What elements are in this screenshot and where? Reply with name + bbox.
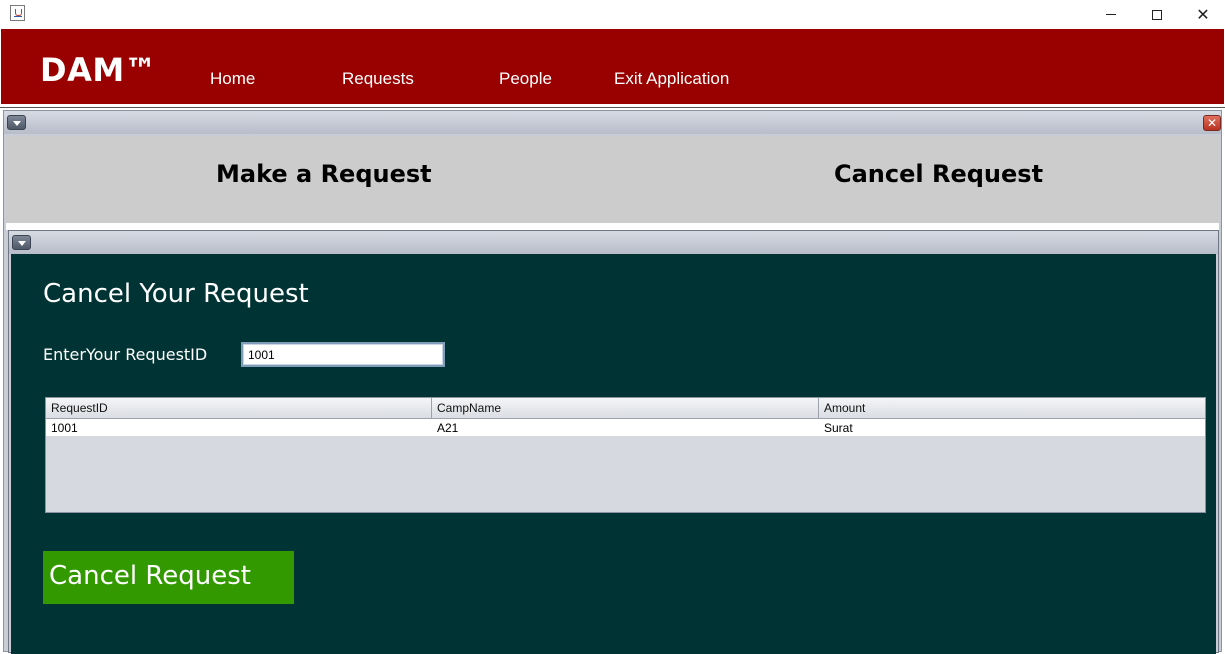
close-icon: ✕ <box>1196 5 1210 24</box>
request-id-label: EnterYour RequestID <box>43 345 208 364</box>
requests-frame-header[interactable]: ✕ <box>4 111 1221 134</box>
tab-make-request[interactable]: Make a Request <box>216 160 432 188</box>
request-table: RequestID CampName Amount 1001 A21 Surat <box>45 397 1206 513</box>
window-titlebar: ✕ <box>0 0 1225 29</box>
request-tabs-band: Make a Request Cancel Request <box>6 136 1219 223</box>
table-header: RequestID CampName Amount <box>46 398 1205 419</box>
maximize-button[interactable] <box>1134 0 1180 29</box>
cancel-request-button[interactable]: Cancel Request <box>43 551 294 604</box>
java-app-icon <box>10 5 25 21</box>
nav-people[interactable]: People <box>499 69 552 89</box>
minimize-icon <box>1106 14 1116 15</box>
nav-requests[interactable]: Requests <box>342 69 414 89</box>
table-row[interactable]: 1001 A21 Surat <box>46 419 1205 436</box>
column-header-camp-name[interactable]: CampName <box>432 398 819 418</box>
requests-internal-frame: ✕ Make a Request Cancel Request Cancel Y… <box>3 110 1222 654</box>
nav-home[interactable]: Home <box>210 69 255 89</box>
page-title: Cancel Your Request <box>43 279 309 309</box>
table-cell-camp-name: A21 <box>437 421 459 435</box>
cancel-frame-header[interactable] <box>9 231 1218 254</box>
minimize-button[interactable] <box>1088 0 1134 29</box>
cancel-request-internal-frame: Cancel Your Request EnterYour RequestID … <box>8 230 1219 654</box>
column-header-request-id[interactable]: RequestID <box>46 398 432 418</box>
frame-menu-dropdown-icon[interactable] <box>12 235 31 250</box>
tab-cancel-request[interactable]: Cancel Request <box>834 160 1043 188</box>
frame-close-icon[interactable]: ✕ <box>1203 115 1221 131</box>
brand-logo: DAM™ <box>40 51 158 89</box>
maximize-icon <box>1152 9 1162 20</box>
nav-exit-application[interactable]: Exit Application <box>614 69 729 89</box>
request-id-input[interactable] <box>241 342 445 367</box>
column-header-amount[interactable]: Amount <box>819 398 1205 418</box>
frame-menu-dropdown-icon[interactable] <box>7 115 26 130</box>
close-window-button[interactable]: ✕ <box>1180 0 1225 29</box>
main-menubar: DAM™ Home Requests People Exit Applicati… <box>1 29 1224 104</box>
cancel-request-panel: Cancel Your Request EnterYour RequestID … <box>11 254 1216 654</box>
table-cell-amount: Surat <box>824 421 853 435</box>
table-cell-request-id: 1001 <box>51 421 78 435</box>
menubar-divider-dark <box>0 107 1225 108</box>
tab-divider <box>6 223 1219 230</box>
